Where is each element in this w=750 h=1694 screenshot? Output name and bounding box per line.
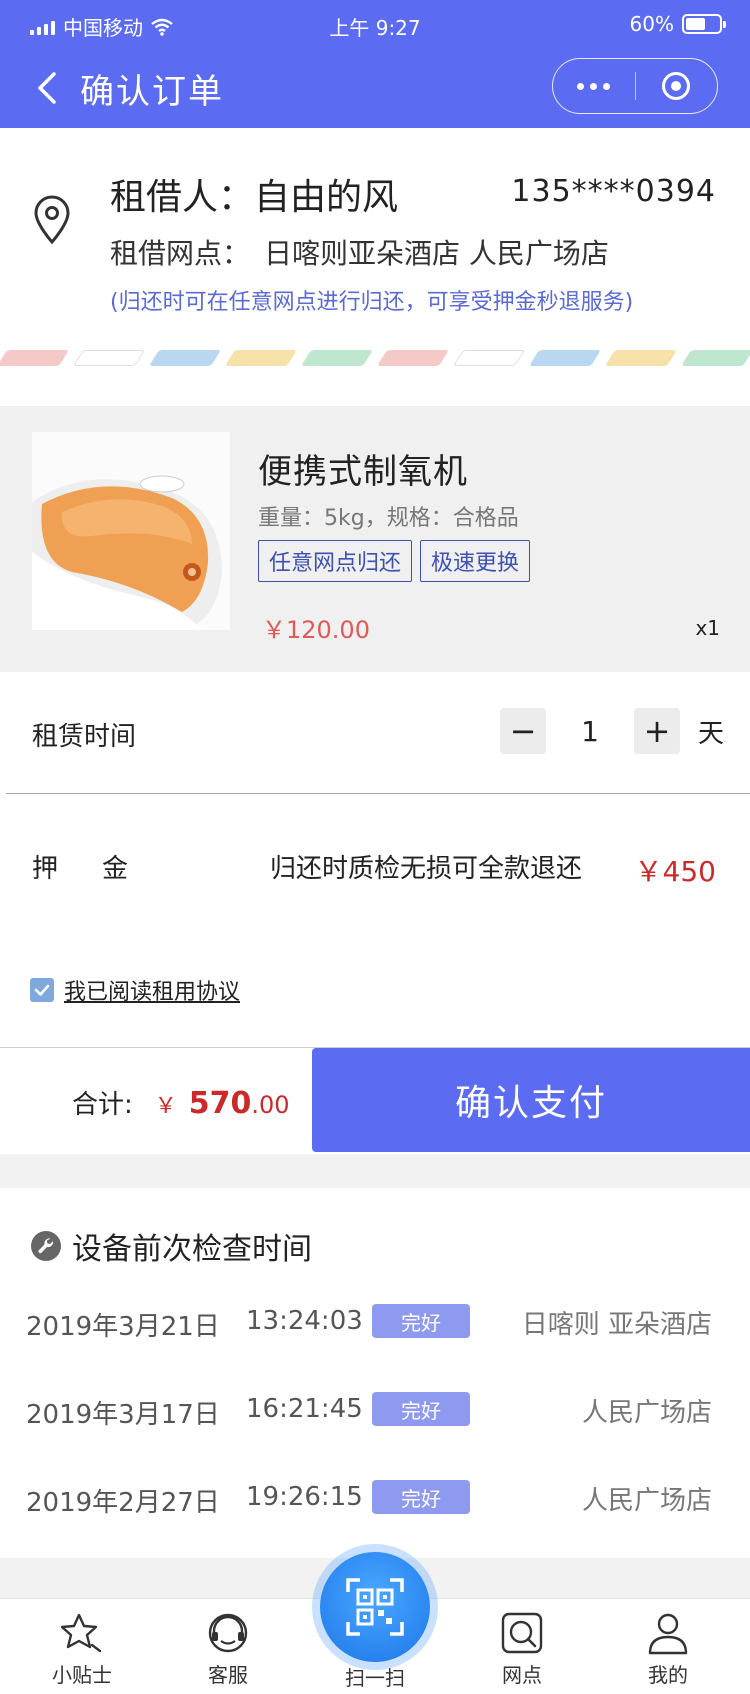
inspection-location: 人民广场店 [581,1486,712,1516]
tag-fast-replace: 极速更换 [420,540,531,582]
miniprogram-capsule [552,58,718,114]
envelope-stripe [0,350,750,368]
inspection-location: 人民广场店 [581,1398,712,1428]
back-arrow-icon[interactable] [28,66,68,110]
product-name: 便携式制氧机 [258,452,468,492]
battery-info: 60% [629,12,726,36]
decrement-button[interactable]: − [499,708,546,754]
deposit-section: 押金 归还时质检无损可全款退还 ￥450 我已阅读租用协议 [0,794,750,1048]
inspection-time: 13:24:03 [246,1306,363,1336]
inspection-time: 16:21:45 [246,1394,363,1424]
rental-time-row: 租赁时间 − 1 + 天 [0,672,750,794]
order-total: 合计: ￥ 570 .00 [72,1084,290,1121]
site-name: 日喀则亚朵酒店 人民广场店 [264,237,609,270]
wrench-icon [31,1231,61,1261]
tab-label: 小贴士 [52,1663,112,1687]
tab-tips[interactable]: 小贴士 [22,1611,142,1688]
battery-percent: 60% [629,12,674,36]
target-icon [662,72,691,100]
tab-stations[interactable]: 网点 [462,1611,582,1688]
location-pin-icon [34,195,70,245]
renter-phone: 135****0394 [511,174,716,209]
return-notice: (归还时可在任意网点进行归还，可享受押金秒退服务) [110,290,634,315]
inspection-date: 2019年2月27日 [26,1488,220,1518]
rental-days-value: 1 [581,714,599,748]
product-quantity: x1 [695,616,720,640]
total-currency: ￥ [154,1094,177,1119]
payment-bar: 合计: ￥ 570 .00 确认支付 [0,1048,750,1154]
renter-info-card: 租借人：自由的风 135****0394 租借网点： 日喀则亚朵酒店 人民广场店 … [0,128,750,406]
more-menu-button[interactable] [553,59,635,113]
agreement-checkbox[interactable] [30,978,54,1002]
product-spec: 重量：5kg，规格：合格品 [258,506,519,531]
check-icon [34,984,50,996]
inspection-history: 设备前次检查时间 2019年3月21日 13:24:03 完好 日喀则 亚朵酒店… [0,1188,750,1558]
product-image [32,432,230,630]
inspection-time: 19:26:15 [246,1482,363,1512]
battery-icon [682,14,726,34]
product-price: ￥120.00 [262,616,370,644]
total-amount-dec: .00 [251,1091,290,1119]
renter-label: 租借人： [110,177,255,218]
status-badge: 完好 [372,1392,470,1426]
inspection-title: 设备前次检查时间 [72,1232,312,1267]
rental-time-label: 租赁时间 [32,722,137,752]
more-dots-icon [577,82,611,90]
nav-bar: 确认订单 [0,56,750,128]
location-search-icon [501,1612,543,1654]
inspection-row: 2019年3月17日 16:21:45 完好 人民广场店 [0,1392,750,1432]
scan-button[interactable] [320,1552,430,1662]
status-badge: 完好 [372,1480,470,1514]
inspection-row: 2019年2月27日 19:26:15 完好 人民广场店 [0,1480,750,1520]
agreement-link[interactable]: 我已阅读租用协议 [64,974,240,1006]
tab-label: 我的 [648,1663,688,1687]
renter-value: 自由的风 [254,177,399,218]
inspection-location: 日喀则 亚朵酒店 [521,1310,712,1340]
deposit-note: 归还时质检无损可全款退还 [270,854,583,884]
tab-mine[interactable]: 我的 [608,1611,728,1688]
tab-label: 客服 [208,1663,248,1687]
qr-scan-icon [346,1578,404,1636]
close-miniprogram-button[interactable] [636,59,718,113]
user-icon [648,1613,688,1655]
tab-label: 扫一扫 [345,1666,405,1690]
inspection-row: 2019年3月21日 13:24:03 完好 日喀则 亚朵酒店 [0,1304,750,1344]
total-amount-int: 570 [188,1086,252,1121]
tag-any-site-return: 任意网点归还 [258,540,413,582]
rental-days-stepper: − 1 + 天 [499,708,724,754]
product-card: 便携式制氧机 重量：5kg，规格：合格品 任意网点归还 极速更换 ￥120.00… [0,406,750,672]
deposit-label: 押金 [32,854,173,884]
status-badge: 完好 [372,1304,470,1338]
agreement-row[interactable]: 我已阅读租用协议 [30,974,240,1006]
inspection-date: 2019年3月17日 [26,1400,220,1430]
total-label: 合计: [72,1090,133,1120]
tab-label: 网点 [502,1663,542,1687]
top-bar: 中国移动 上午 9:27 60% 确认订单 [0,0,750,128]
rental-days-unit: 天 [697,718,724,749]
deposit-amount: ￥450 [634,855,716,888]
site-label: 租借网点： [110,237,251,270]
renter-name: 租借人：自由的风 [110,168,398,220]
star-icon [60,1613,102,1653]
headset-icon [208,1613,248,1653]
tab-customer-service[interactable]: 客服 [168,1611,288,1688]
status-bar: 中国移动 上午 9:27 60% [0,8,750,48]
inspection-date: 2019年3月21日 [26,1312,220,1342]
confirm-pay-button[interactable]: 确认支付 [312,1048,750,1152]
increment-button[interactable]: + [633,708,680,754]
product-tags: 任意网点归还 极速更换 [258,540,531,582]
inspection-header: 设备前次检查时间 [30,1224,312,1268]
page-title: 确认订单 [80,72,224,112]
rental-site: 租借网点： 日喀则亚朵酒店 人民广场店 [110,232,609,272]
